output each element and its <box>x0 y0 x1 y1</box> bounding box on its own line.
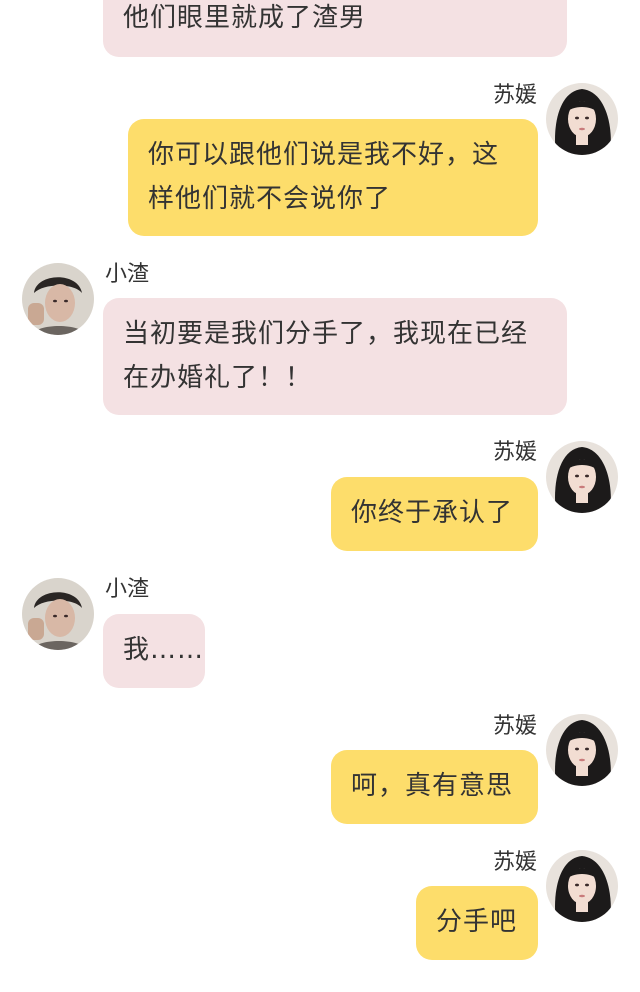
avatar[interactable] <box>546 441 618 513</box>
avatar[interactable] <box>546 83 618 155</box>
female-avatar-icon <box>546 83 618 155</box>
sender-name: 苏媛 <box>493 83 538 108</box>
message-text: 分手吧 <box>436 907 518 937</box>
message-bubble[interactable]: 他们眼里就成了渣男 <box>103 0 567 57</box>
avatar[interactable] <box>22 578 94 650</box>
message-text: 呵，真有意思 <box>351 771 514 801</box>
male-avatar-icon <box>22 578 94 650</box>
sender-name: 苏媛 <box>493 714 538 739</box>
avatar[interactable] <box>546 850 618 922</box>
message-bubble[interactable]: 你可以跟他们说是我不好，这样他们就不会说你了 <box>128 119 538 236</box>
avatar[interactable] <box>22 263 94 335</box>
message-text: 我…… <box>123 635 205 665</box>
sender-name: 苏媛 <box>493 850 538 875</box>
male-avatar-icon <box>22 263 94 335</box>
sender-name: 苏媛 <box>493 440 538 465</box>
message-bubble[interactable]: 当初要是我们分手了，我现在已经在办婚礼了！！ <box>103 298 567 415</box>
female-avatar-icon <box>546 441 618 513</box>
avatar[interactable] <box>546 714 618 786</box>
female-avatar-icon <box>546 714 618 786</box>
sender-name: 小渣 <box>105 262 150 287</box>
message-bubble[interactable]: 分手吧 <box>416 886 538 960</box>
sender-name: 小渣 <box>105 577 150 602</box>
message-bubble[interactable]: 你终于承认了 <box>331 477 538 551</box>
message-bubble[interactable]: 呵，真有意思 <box>331 750 538 824</box>
message-text: 你终于承认了 <box>351 498 514 528</box>
message-bubble[interactable]: 我…… <box>103 614 205 688</box>
female-avatar-icon <box>546 850 618 922</box>
message-text: 他们眼里就成了渣男 <box>123 3 367 33</box>
message-text: 当初要是我们分手了，我现在已经在办婚礼了！！ <box>123 319 529 393</box>
message-text: 你可以跟他们说是我不好，这样他们就不会说你了 <box>148 140 500 214</box>
